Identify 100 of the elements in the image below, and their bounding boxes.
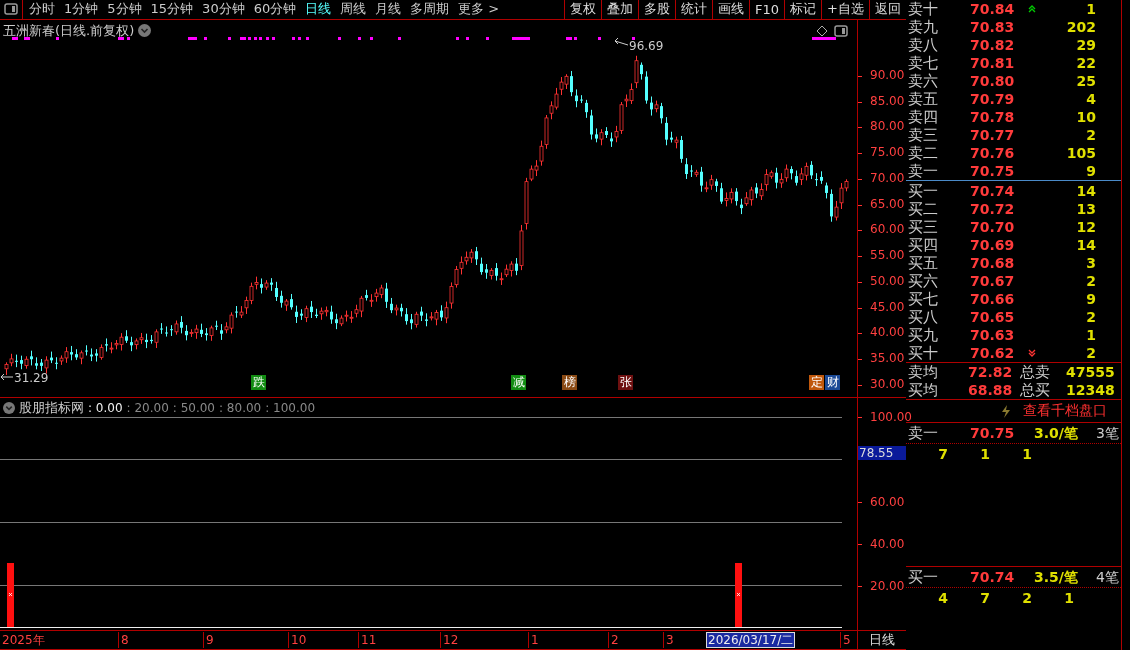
period-tab[interactable]: 60分钟 (253, 0, 297, 19)
level-label: 卖四 (908, 108, 939, 126)
event-marker[interactable]: 减 (511, 374, 526, 390)
volume-value: 2 (1085, 344, 1096, 362)
candle (35, 356, 38, 370)
chevron-down-icon[interactable] (3, 402, 15, 415)
period-tab[interactable]: 多周期 (410, 0, 450, 19)
axis-label: 100.00 (870, 410, 912, 425)
date-label: 11 (358, 632, 377, 648)
candle (585, 99, 588, 119)
order-size: 7 (937, 445, 949, 464)
period-tab[interactable]: 分时 (29, 0, 55, 19)
date-label: 1 (528, 632, 539, 648)
average-value: 3.0/笔 (1034, 424, 1079, 443)
candle (90, 347, 93, 362)
order-count: 4笔 (1095, 568, 1120, 587)
price-value: 70.75 (970, 162, 1016, 180)
period-tab[interactable]: 周线 (340, 0, 367, 19)
chevron-down-icon[interactable] (138, 24, 152, 38)
volume-value: 25 (1075, 72, 1096, 90)
axis-label: 35.00 (870, 351, 905, 366)
event-marker[interactable]: 财 (825, 374, 840, 390)
price-label: 96.69 (629, 38, 664, 53)
period-tab[interactable]: 1分钟 (64, 0, 99, 19)
event-marker[interactable]: 定 (809, 374, 824, 390)
order-size: 4 (937, 589, 949, 608)
level-label: 卖二 (908, 144, 939, 162)
price-value: 70.80 (970, 72, 1016, 90)
volume-value: 9 (1085, 290, 1096, 308)
period-tab[interactable]: 日线 (305, 0, 332, 19)
level-label: 买十 (908, 344, 939, 362)
volume-value: 14 (1075, 236, 1096, 254)
axis-label: 70.00 (870, 170, 905, 185)
period-tab[interactable]: 15分钟 (150, 0, 194, 19)
level-label: 买五 (908, 254, 939, 272)
volume-value: 105 (1065, 144, 1096, 162)
axis-label: 50.00 (870, 273, 905, 288)
indicator-param: : 100.00 (265, 401, 316, 416)
level-label: 卖一 (908, 162, 939, 180)
pointer-arrow (0, 373, 14, 381)
price-value: 70.69 (970, 236, 1016, 254)
date-label: 10 (288, 632, 307, 648)
volume-value: 14 (1075, 182, 1096, 200)
level-label: 卖十 (908, 0, 939, 18)
period-tab[interactable]: 5分钟 (107, 0, 142, 19)
panel-toggle-icon[interactable] (834, 24, 848, 37)
volume-value: 3 (1085, 254, 1096, 272)
level-label: 卖三 (908, 126, 939, 144)
level-label: 卖六 (908, 72, 939, 90)
price-value: 70.81 (970, 54, 1016, 72)
price-value: 70.76 (970, 144, 1016, 162)
axis-label: 80.00 (870, 119, 905, 134)
price-value: 70.62 (970, 344, 1016, 362)
order-size: 1 (1021, 445, 1033, 464)
indicator-name: 股朋指标网 (19, 399, 84, 418)
level-label: 卖均 (908, 363, 939, 381)
volume-value: 1 (1085, 326, 1096, 344)
pointer-arrow (614, 37, 629, 46)
stock-title: 五洲新春(日线.前复权) (3, 21, 135, 40)
level-label: 买四 (908, 236, 939, 254)
price-label: 31.29 (14, 370, 49, 385)
date-label: 2 (608, 632, 619, 648)
order-size: 1 (979, 445, 991, 464)
candle (815, 172, 818, 187)
event-marker[interactable]: 榜 (562, 374, 577, 390)
level-label: 买六 (908, 272, 939, 290)
level-label: 买一 (908, 567, 939, 587)
price-value: 70.77 (970, 126, 1016, 144)
order-size: 1 (1063, 589, 1075, 608)
indicator-param: : 0.00 (88, 401, 123, 416)
price-value: 70.70 (970, 218, 1016, 236)
level-label: 卖九 (908, 18, 939, 36)
volume-value: 29 (1075, 36, 1096, 54)
period-tab[interactable]: 更多 > (458, 0, 500, 19)
level-label: 卖七 (908, 54, 939, 72)
event-marker[interactable]: 跌 (251, 374, 266, 390)
volume-value: 2 (1085, 272, 1096, 290)
price-value: 68.88 (968, 381, 1014, 399)
order-size: 7 (979, 589, 991, 608)
volume-value: 2 (1085, 308, 1096, 326)
total-label: 总买 (1020, 381, 1051, 399)
cursor-date: 2026/03/17/二 (706, 632, 796, 648)
axis-label: 40.00 (870, 537, 905, 552)
volume-value: 10 (1075, 108, 1096, 126)
period-tab[interactable]: 月线 (375, 0, 402, 19)
candle (665, 116, 668, 146)
panel-toggle-icon (4, 3, 18, 16)
price-value: 70.79 (970, 90, 1016, 108)
period-label: 日线 (868, 631, 896, 649)
volume-value: 22 (1075, 54, 1096, 72)
period-tab[interactable]: 30分钟 (202, 0, 245, 19)
candle (590, 109, 593, 141)
candle (685, 157, 688, 180)
volume-value: 9 (1085, 162, 1096, 180)
depth-link[interactable]: 查看千档盘口 (1023, 402, 1107, 420)
event-marker[interactable]: 张 (618, 374, 633, 390)
lightning-icon (1001, 404, 1011, 418)
level-label: 买九 (908, 326, 939, 344)
level-label: 买八 (908, 308, 939, 326)
diamond-icon[interactable] (816, 24, 828, 37)
